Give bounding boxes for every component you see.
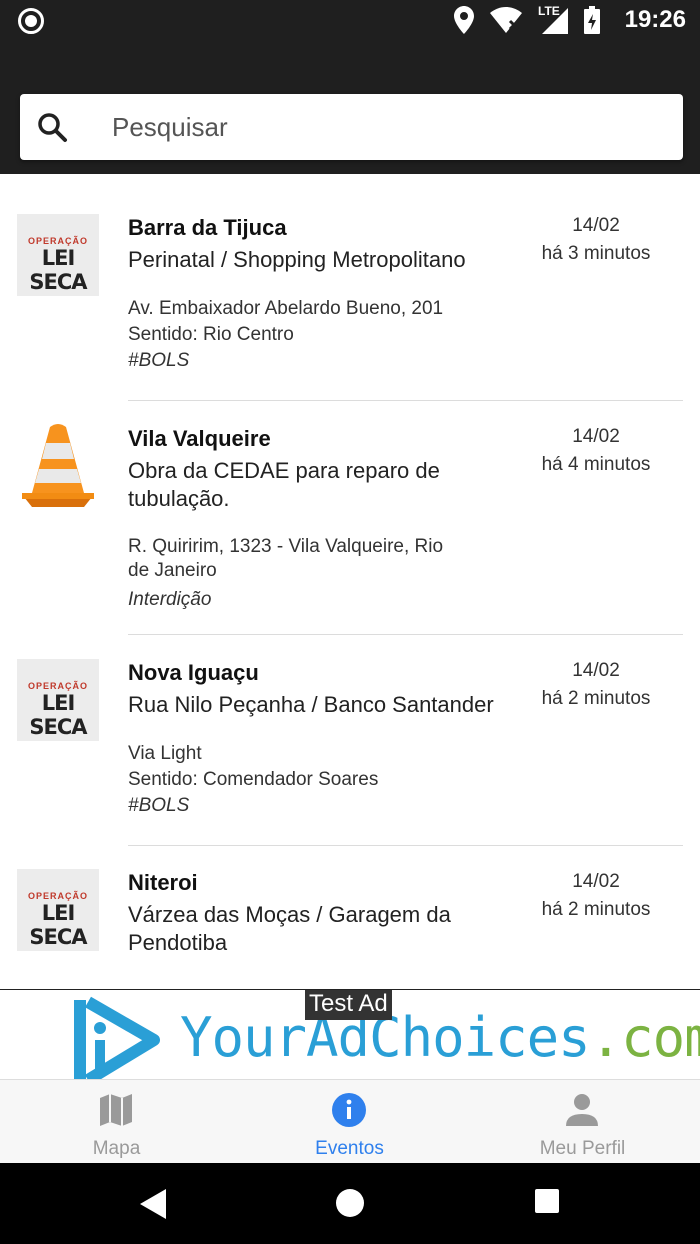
tab-eventos[interactable]: Eventos <box>233 1080 466 1164</box>
tab-label: Eventos <box>315 1138 384 1159</box>
list-item[interactable]: OPERAÇÃO LEI SECA Niteroi Várzea das Moç… <box>0 846 700 989</box>
event-address: Via Light <box>128 743 202 764</box>
event-tag: #BOLS <box>128 795 190 816</box>
event-place: Niteroi <box>128 870 198 895</box>
search-bar[interactable]: Pesquisar <box>20 94 683 160</box>
event-date: 14/02 <box>572 660 620 681</box>
test-ad-label: Test Ad <box>305 990 392 1020</box>
event-tag: #BOLS <box>128 350 190 371</box>
event-description: Obra da CEDAE para reparo de tubulação. <box>128 458 440 511</box>
event-place: Nova Iguaçu <box>128 660 259 685</box>
home-icon[interactable] <box>336 1189 364 1217</box>
event-date: 14/02 <box>572 426 620 447</box>
bottom-navigation: Mapa Eventos Meu Perfil <box>0 1079 700 1163</box>
status-icons: LTE <box>454 4 600 34</box>
battery-icon <box>584 6 600 34</box>
icon-top-text: OPERAÇÃO <box>27 236 88 246</box>
event-time-ago: há 2 minutos <box>541 899 651 920</box>
event-content: Niteroi Várzea das Moças / Garagem da Pe… <box>128 869 528 957</box>
back-icon[interactable] <box>140 1189 168 1219</box>
lei-seca-icon: OPERAÇÃO LEI SECA <box>17 659 99 741</box>
event-address: Av. Embaixador Abelardo Bueno, 201 <box>128 298 444 319</box>
location-icon <box>454 6 474 34</box>
list-item[interactable]: OPERAÇÃO LEI SECA Barra da Tijuca Perina… <box>0 174 700 400</box>
tab-meu-perfil[interactable]: Meu Perfil <box>466 1080 699 1164</box>
event-time-ago: há 4 minutos <box>541 454 651 475</box>
tab-label: Meu Perfil <box>539 1138 626 1159</box>
recents-icon[interactable] <box>535 1189 559 1213</box>
ad-brand-suffix: .com <box>589 1006 700 1069</box>
signal-icon: LTE <box>538 4 568 34</box>
event-content: Barra da Tijuca Perinatal / Shopping Met… <box>128 214 528 374</box>
person-icon <box>566 1094 598 1126</box>
app-top-bar: LTE 19:26 Pesquisar <box>0 0 700 174</box>
event-date: 14/02 <box>572 871 620 892</box>
ad-banner[interactable]: YourAdChoices.com Test Ad <box>0 989 700 1079</box>
status-bar: LTE 19:26 <box>0 0 700 44</box>
search-icon <box>38 113 67 142</box>
tab-mapa[interactable]: Mapa <box>0 1080 233 1164</box>
event-direction: Sentido: Comendador Soares <box>128 769 379 790</box>
event-content: Nova Iguaçu Rua Nilo Peçanha / Banco San… <box>128 659 528 819</box>
event-time-ago: há 3 minutos <box>541 243 651 264</box>
traffic-cone-icon <box>22 424 94 507</box>
event-tag: Interdição <box>128 589 212 610</box>
event-place: Vila Valqueire <box>128 426 271 451</box>
event-description: Rua Nilo Peçanha / Banco Santander <box>128 692 494 717</box>
list-item[interactable]: Vila Valqueire Obra da CEDAE para reparo… <box>0 401 700 634</box>
event-time-ago: há 2 minutos <box>541 688 651 709</box>
event-list[interactable]: OPERAÇÃO LEI SECA Barra da Tijuca Perina… <box>0 174 700 989</box>
icon-main-text: LEI SECA <box>29 246 87 294</box>
icon-top-text: OPERAÇÃO <box>27 891 88 901</box>
event-content: Vila Valqueire Obra da CEDAE para reparo… <box>128 425 528 613</box>
icon-top-text: OPERAÇÃO <box>27 681 88 691</box>
lei-seca-icon: OPERAÇÃO LEI SECA <box>17 214 99 296</box>
system-navigation-bar <box>0 1163 700 1244</box>
icon-main-text: LEI SECA <box>29 691 87 739</box>
clock: 19:26 <box>624 6 686 33</box>
event-date: 14/02 <box>572 215 620 236</box>
icon-main-text: LEI SECA <box>29 901 87 949</box>
search-input[interactable]: Pesquisar <box>112 112 228 143</box>
lei-seca-icon: OPERAÇÃO LEI SECA <box>17 869 99 951</box>
event-address: R. Quiririm, 1323 - Vila Valqueire, Rio … <box>128 536 444 581</box>
event-description: Perinatal / Shopping Metropolitano <box>128 247 466 272</box>
wifi-icon <box>490 7 522 33</box>
info-icon <box>332 1093 366 1127</box>
list-item[interactable]: OPERAÇÃO LEI SECA Nova Iguaçu Rua Nilo P… <box>0 635 700 845</box>
tab-label: Mapa <box>92 1138 141 1159</box>
adchoices-logo-icon <box>74 996 160 1079</box>
map-icon <box>100 1094 132 1126</box>
event-direction: Sentido: Rio Centro <box>128 324 294 345</box>
ad-brand-text: YourAdChoices.com <box>180 1006 700 1069</box>
screen-record-icon <box>18 8 44 34</box>
event-description: Várzea das Moças / Garagem da Pendotiba <box>128 902 451 955</box>
event-place: Barra da Tijuca <box>128 215 287 240</box>
